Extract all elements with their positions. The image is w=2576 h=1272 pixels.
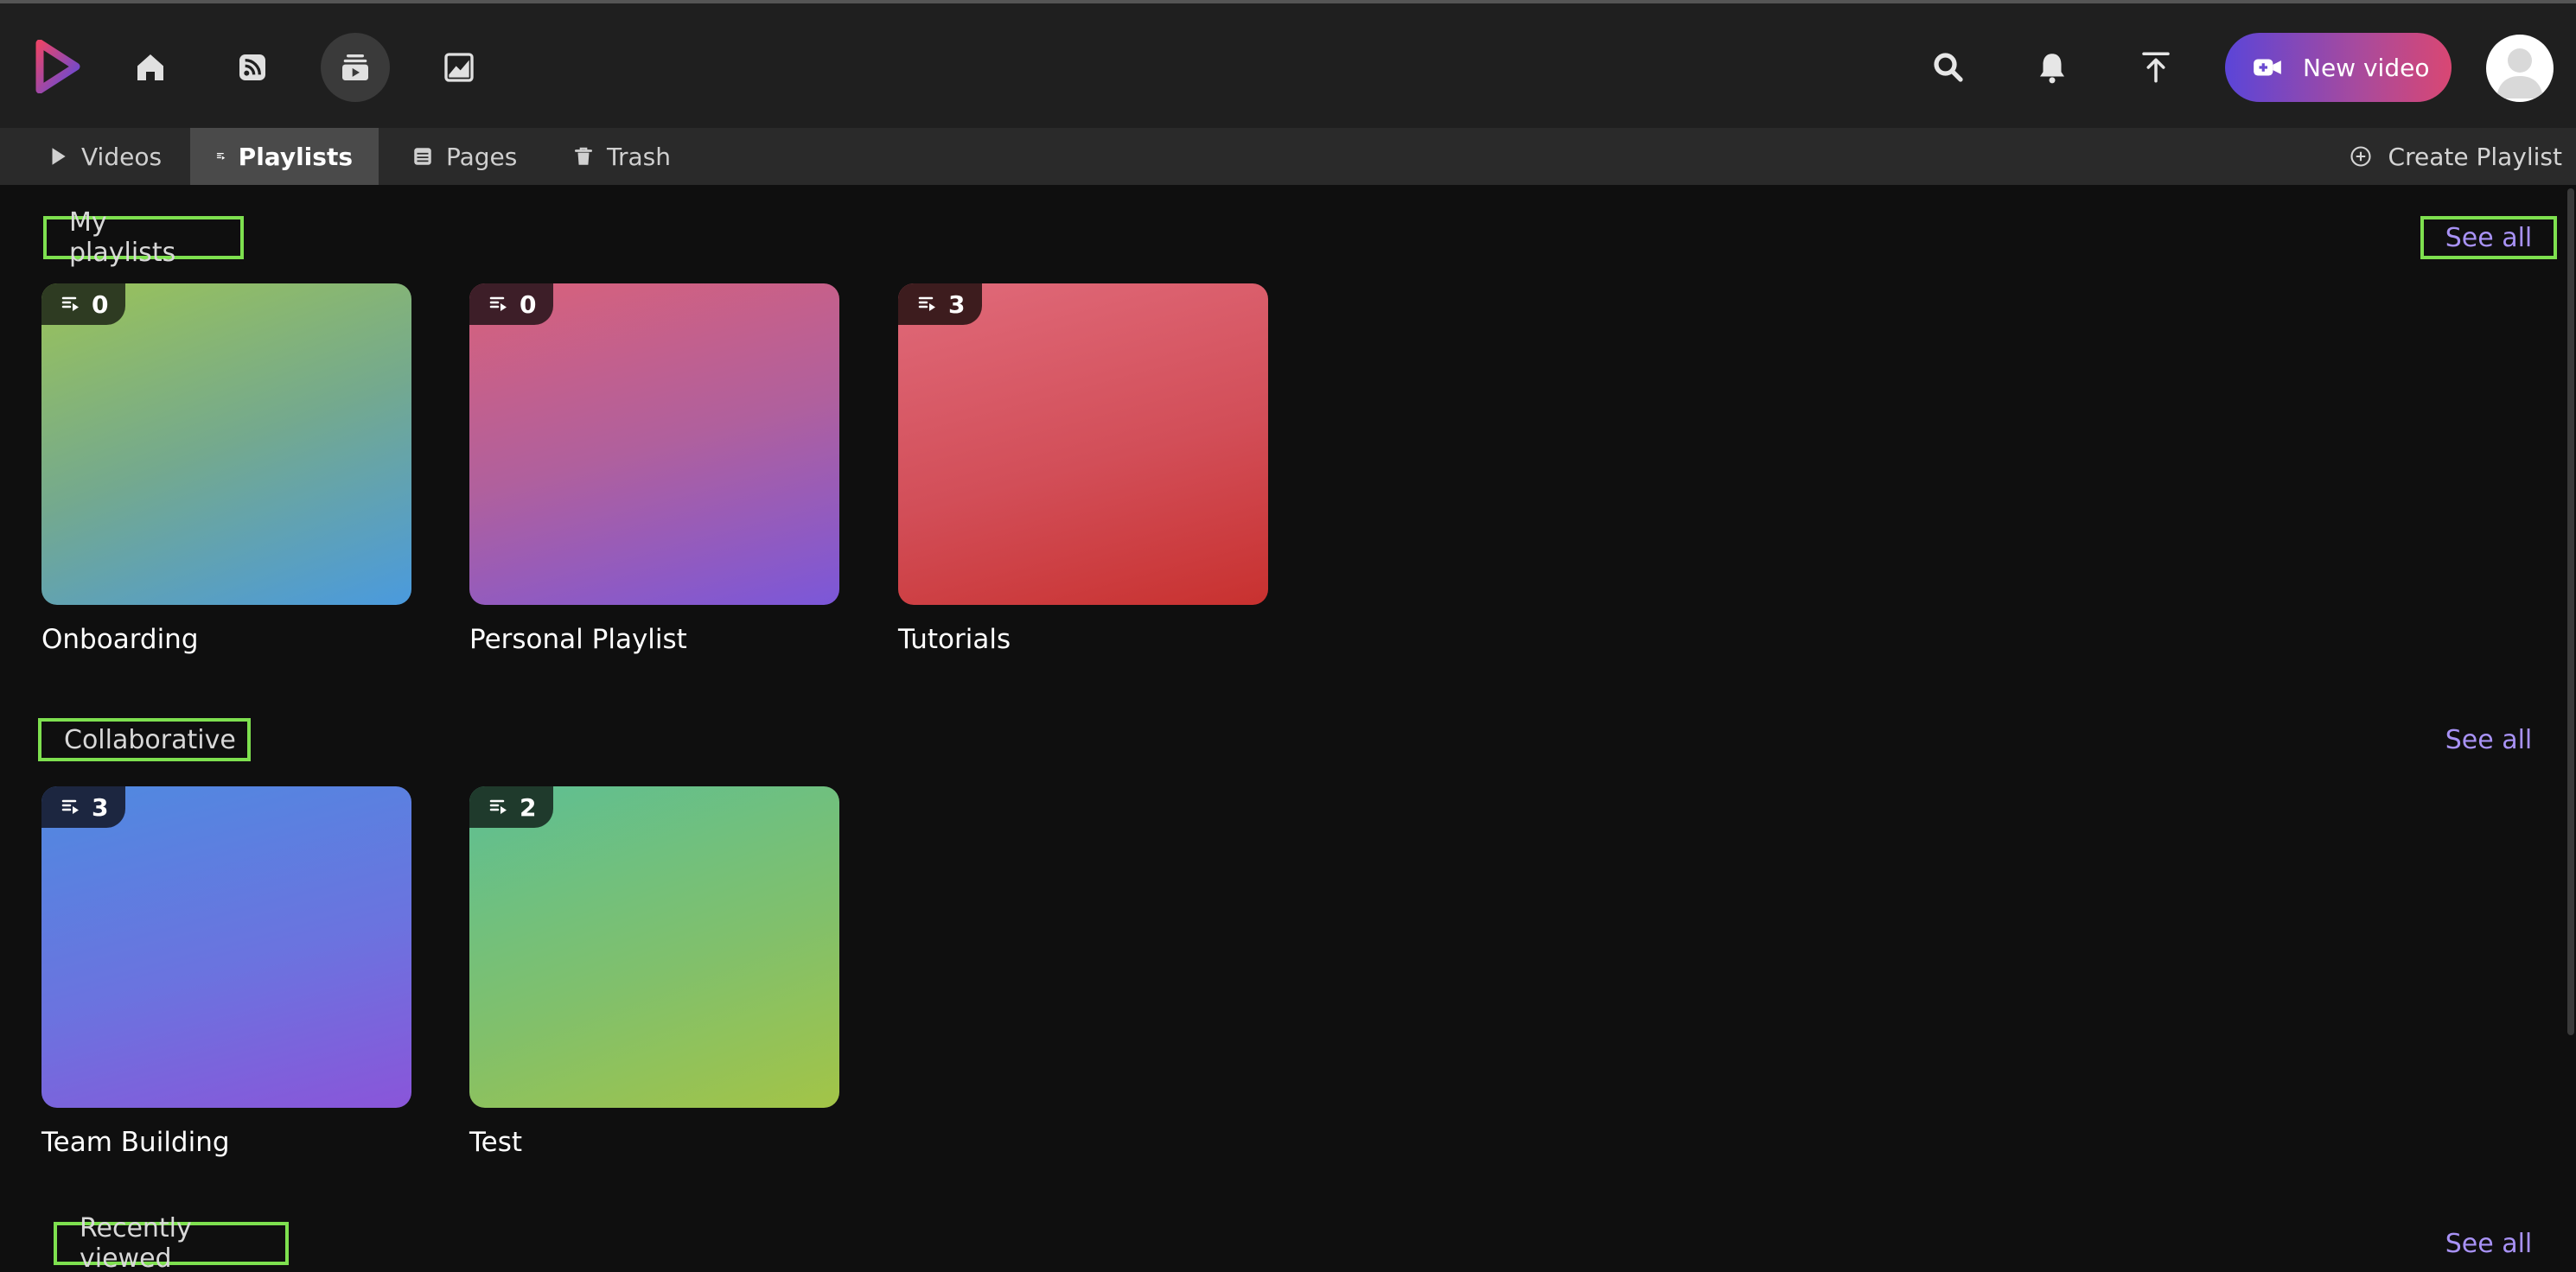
plus-circle-icon — [2350, 146, 2371, 167]
tab-playlists-label: Playlists — [238, 142, 353, 171]
tab-playlists[interactable]: Playlists — [190, 128, 379, 185]
video-count-badge: 0 — [469, 283, 554, 325]
app-window: New video Videos Playlists Pages Trash C… — [0, 0, 2576, 1272]
section-title-my-playlists: My playlists — [43, 207, 244, 268]
bell-icon[interactable] — [2026, 41, 2078, 93]
tab-trash-label: Trash — [607, 142, 671, 171]
home-icon[interactable] — [116, 33, 185, 102]
new-video-button[interactable]: New video — [2225, 33, 2452, 102]
tab-videos[interactable]: Videos — [21, 128, 188, 185]
scrollbar[interactable] — [2567, 188, 2574, 1035]
playlist-title[interactable]: Onboarding — [41, 624, 199, 655]
playlist-icon — [489, 296, 507, 311]
playlist-title[interactable]: Team Building — [41, 1127, 230, 1158]
see-all-recently-viewed[interactable]: See all — [2420, 1222, 2557, 1265]
video-camera-icon — [2254, 59, 2281, 76]
create-playlist-button[interactable]: Create Playlist — [2349, 128, 2562, 185]
tab-trash[interactable]: Trash — [546, 128, 697, 185]
upload-icon[interactable] — [2130, 41, 2182, 93]
see-all-collaborative[interactable]: See all — [2420, 718, 2557, 761]
playlist-title[interactable]: Tutorials — [898, 624, 1011, 655]
video-count: 2 — [520, 792, 537, 822]
search-icon[interactable] — [1922, 41, 1974, 93]
see-all-label: See all — [2445, 222, 2533, 253]
create-playlist-label: Create Playlist — [2388, 142, 2562, 171]
playlist-icon — [918, 296, 935, 311]
see-all-label: See all — [2445, 1228, 2533, 1259]
section-title-text: Collaborative — [64, 724, 236, 755]
section-title-recently-viewed: Recently viewed — [54, 1213, 289, 1272]
playlist-card-onboarding[interactable]: 0 — [41, 283, 411, 605]
sub-navigation: Videos Playlists Pages Trash Create Play… — [0, 128, 2576, 185]
top-bar: New video — [0, 3, 2576, 128]
app-logo-icon[interactable] — [35, 39, 81, 94]
see-all-my-playlists[interactable]: See all — [2420, 216, 2557, 259]
see-all-label: See all — [2445, 724, 2533, 755]
section-title-text: Recently viewed — [80, 1213, 192, 1272]
video-count-badge: 2 — [469, 786, 554, 828]
video-count: 3 — [92, 792, 109, 822]
playlist-title[interactable]: Test — [469, 1127, 522, 1158]
playlist-icon — [61, 799, 79, 814]
playlist-card-tutorials[interactable]: 3 — [898, 283, 1268, 605]
video-count-badge: 3 — [41, 786, 126, 828]
video-count: 0 — [92, 289, 109, 319]
video-count: 0 — [520, 289, 537, 319]
tab-pages[interactable]: Pages — [386, 128, 543, 185]
playlist-card-team-building[interactable]: 3 — [41, 786, 411, 1108]
video-count-badge: 0 — [41, 283, 126, 325]
section-title-collaborative: Collaborative — [38, 718, 251, 761]
playlist-icon — [489, 799, 507, 814]
playlist-card-test[interactable]: 2 — [469, 786, 839, 1108]
playlist-icon — [216, 152, 226, 160]
new-video-label: New video — [2303, 53, 2430, 82]
tab-videos-label: Videos — [81, 142, 163, 171]
feed-icon[interactable] — [218, 33, 287, 102]
play-icon — [52, 148, 66, 165]
playlist-icon — [61, 296, 79, 311]
library-icon[interactable] — [321, 33, 390, 102]
section-title-text: My playlists — [69, 207, 176, 268]
tab-pages-label: Pages — [446, 142, 518, 171]
analytics-icon[interactable] — [424, 33, 494, 102]
playlist-card-personal[interactable]: 0 — [469, 283, 839, 605]
avatar[interactable] — [2486, 35, 2554, 102]
pages-icon — [414, 148, 431, 165]
trash-icon — [574, 147, 593, 165]
video-count-badge: 3 — [898, 283, 983, 325]
video-count: 3 — [948, 289, 966, 319]
playlist-title[interactable]: Personal Playlist — [469, 624, 687, 655]
